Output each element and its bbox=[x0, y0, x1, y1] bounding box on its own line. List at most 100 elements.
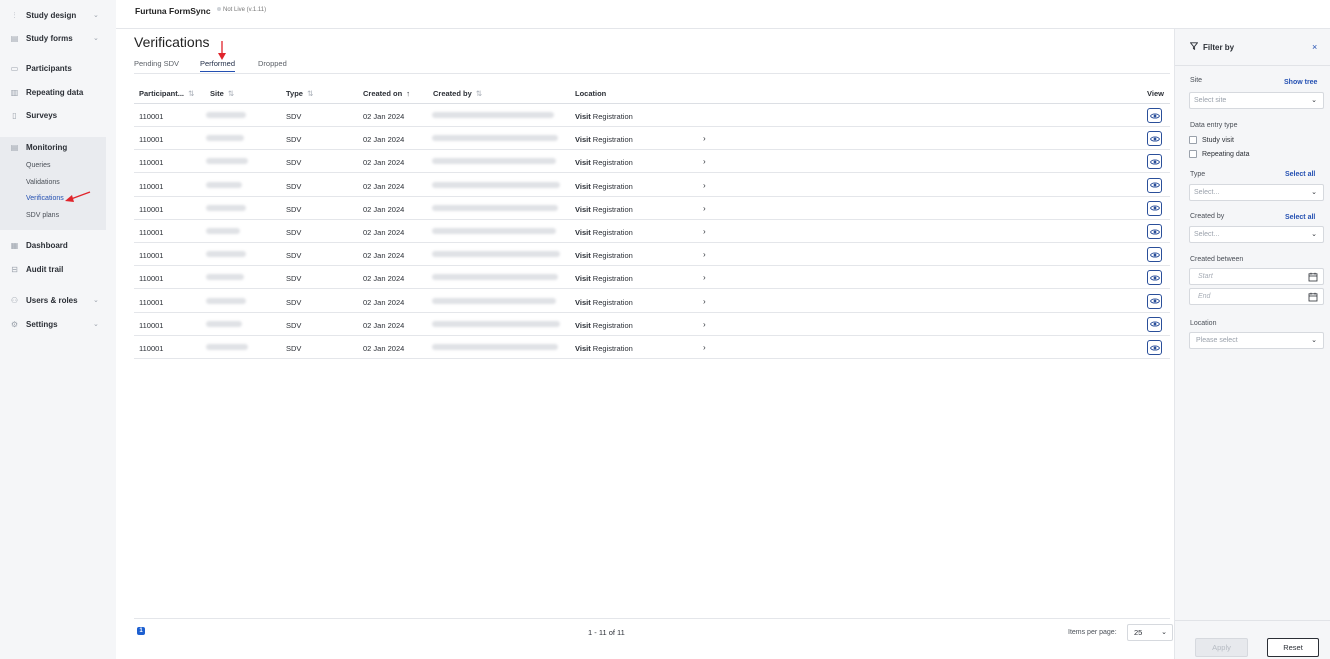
calendar-icon[interactable] bbox=[1308, 292, 1318, 302]
sort-icon: ⇅ bbox=[306, 89, 314, 98]
table-row[interactable]: 110001 SDV 02 Jan 2024 Visit Registration › bbox=[134, 266, 1170, 290]
chevron-right-icon[interactable]: › bbox=[703, 181, 706, 190]
created-by-redacted bbox=[432, 320, 560, 327]
type-select-all-link[interactable]: Select all bbox=[1285, 171, 1315, 178]
filter-panel: Filter by × Site Show tree Select site ⌄… bbox=[1174, 29, 1330, 659]
items-per-page-select[interactable]: 25 ⌄ bbox=[1127, 624, 1173, 641]
column-header-created-on[interactable]: Created on ↑ bbox=[363, 89, 410, 98]
type-select[interactable]: Select... ⌄ bbox=[1189, 184, 1324, 201]
view-button[interactable] bbox=[1147, 316, 1162, 332]
view-button[interactable] bbox=[1147, 200, 1162, 216]
site-select[interactable]: Select site ⌄ bbox=[1189, 92, 1324, 109]
sidebar-subitem-sdv-plans[interactable]: SDV plans bbox=[26, 212, 59, 219]
close-icon[interactable]: × bbox=[1312, 42, 1317, 52]
view-button[interactable] bbox=[1147, 177, 1162, 193]
sidebar-item-label: Study forms bbox=[26, 33, 73, 43]
sidebar-item-participants[interactable]: ▭ Participants bbox=[0, 58, 116, 78]
chevron-right-icon[interactable]: › bbox=[703, 204, 706, 213]
study-visit-checkbox[interactable] bbox=[1189, 136, 1197, 144]
reset-button[interactable]: Reset bbox=[1267, 638, 1319, 657]
sidebar-subitem-validations[interactable]: Validations bbox=[26, 179, 60, 186]
column-header-site[interactable]: Site ⇅ bbox=[210, 89, 234, 98]
view-button[interactable] bbox=[1147, 131, 1162, 147]
study-visit-checkbox-row[interactable]: Study visit bbox=[1189, 135, 1234, 145]
sidebar-item-dashboard[interactable]: ▦ Dashboard bbox=[0, 235, 116, 255]
location-cell: Visit Registration bbox=[575, 112, 633, 121]
view-button[interactable] bbox=[1147, 108, 1162, 123]
chevron-right-icon[interactable]: › bbox=[703, 297, 706, 306]
page-badge[interactable]: 1 bbox=[137, 627, 145, 635]
location-cell: Visit Registration bbox=[575, 297, 633, 307]
calendar-icon[interactable] bbox=[1308, 272, 1318, 282]
type-cell: SDV bbox=[286, 228, 302, 237]
site-redacted bbox=[206, 320, 242, 327]
sidebar-item-label: Monitoring bbox=[26, 142, 68, 152]
site-label: Site bbox=[1190, 77, 1203, 84]
created-by-select-all-link[interactable]: Select all bbox=[1285, 214, 1315, 221]
chevron-right-icon[interactable]: › bbox=[703, 227, 706, 236]
chevron-right-icon[interactable]: › bbox=[703, 320, 706, 329]
sidebar-subitem-verifications[interactable]: Verifications bbox=[26, 195, 64, 202]
table-row[interactable]: 110001 SDV 02 Jan 2024 Visit Registration › bbox=[134, 220, 1170, 243]
column-header-type[interactable]: Type ⇅ bbox=[286, 89, 313, 98]
type-cell: SDV bbox=[286, 320, 302, 330]
view-button[interactable] bbox=[1147, 247, 1162, 263]
site-redacted bbox=[206, 158, 248, 165]
sidebar-item-monitoring[interactable]: ▤ Monitoring bbox=[0, 137, 106, 157]
start-date-input[interactable]: Start bbox=[1189, 268, 1324, 285]
view-button[interactable] bbox=[1147, 340, 1162, 355]
table-row[interactable]: 110001 SDV 02 Jan 2024 Visit Registration › bbox=[134, 174, 1170, 197]
chevron-right-icon[interactable]: › bbox=[703, 134, 706, 143]
tab-pending-sdv[interactable]: Pending SDV bbox=[134, 59, 179, 71]
column-header-created-by[interactable]: Created by ⇅ bbox=[433, 89, 482, 98]
sidebar-item-label: Users & roles bbox=[26, 295, 78, 305]
table-row[interactable]: 110001 SDV 02 Jan 2024 Visit Registration › bbox=[134, 150, 1170, 174]
table-row[interactable]: 110001 SDV 02 Jan 2024 Visit Registration › bbox=[134, 243, 1170, 267]
apply-button[interactable]: Apply bbox=[1195, 638, 1248, 657]
chevron-right-icon[interactable]: › bbox=[703, 273, 706, 282]
created-by-redacted bbox=[432, 204, 558, 211]
tab-dropped[interactable]: Dropped bbox=[258, 59, 287, 71]
location-select[interactable]: Please select ⌄ bbox=[1189, 332, 1324, 349]
view-button[interactable] bbox=[1147, 293, 1162, 309]
chevron-right-icon[interactable]: › bbox=[703, 157, 706, 166]
table-row[interactable]: 110001 SDV 02 Jan 2024 Visit Registration › bbox=[134, 290, 1170, 313]
sidebar-item-audit-trail[interactable]: ⊟ Audit trail bbox=[0, 259, 116, 279]
tab-performed[interactable]: Performed bbox=[200, 59, 236, 72]
sidebar-item-study-forms[interactable]: ▤ Study forms ⌄ bbox=[0, 28, 116, 48]
sort-icon: ⇅ bbox=[227, 89, 235, 98]
table-header: Participant... ⇅ Site ⇅ Type ⇅ Created on ↑ … bbox=[134, 82, 1170, 104]
site-redacted bbox=[206, 181, 242, 188]
sidebar-subitem-queries[interactable]: Queries bbox=[26, 162, 51, 169]
table-row[interactable]: 110001 SDV 02 Jan 2024 Visit Registration › bbox=[134, 336, 1170, 359]
repeating-data-checkbox-row[interactable]: Repeating data bbox=[1189, 149, 1249, 159]
table-row[interactable]: 110001 SDV 02 Jan 2024 Visit Registration › bbox=[134, 197, 1170, 220]
chevron-down-icon: ⌄ bbox=[1161, 629, 1167, 636]
location-cell: Visit Registration bbox=[575, 228, 633, 237]
participant-cell: 110001 bbox=[139, 112, 164, 121]
table-row[interactable]: 110001 SDV 02 Jan 2024 Visit Registration bbox=[134, 104, 1170, 127]
repeating-data-label: Repeating data bbox=[1202, 150, 1250, 158]
sidebar-item-repeating-data[interactable]: ▥ Repeating data bbox=[0, 82, 116, 102]
end-placeholder: End bbox=[1198, 293, 1211, 300]
footer-divider bbox=[134, 618, 1170, 619]
table-row[interactable]: 110001 SDV 02 Jan 2024 Visit Registration › bbox=[134, 127, 1170, 151]
chevron-right-icon[interactable]: › bbox=[703, 250, 706, 259]
type-label: Type bbox=[1190, 171, 1206, 178]
repeating-data-checkbox[interactable] bbox=[1189, 150, 1197, 158]
sidebar-item-users-roles[interactable]: ⚇ Users & roles ⌄ bbox=[0, 290, 116, 310]
sidebar-item-study-design[interactable]: ⫶ Study design ⌄ bbox=[0, 5, 116, 25]
show-tree-link[interactable]: Show tree bbox=[1284, 79, 1317, 86]
table-row[interactable]: 110001 SDV 02 Jan 2024 Visit Registration › bbox=[134, 313, 1170, 336]
created-by-select[interactable]: Select... ⌄ bbox=[1189, 226, 1324, 243]
view-button[interactable] bbox=[1147, 154, 1162, 170]
end-date-input[interactable]: End bbox=[1189, 288, 1324, 305]
chevron-down-icon: ⌄ bbox=[93, 321, 99, 328]
view-button[interactable] bbox=[1147, 224, 1162, 239]
location-cell: Visit Registration bbox=[575, 181, 633, 191]
column-header-participant[interactable]: Participant... ⇅ bbox=[139, 89, 194, 98]
sidebar-item-settings[interactable]: ⚙ Settings ⌄ bbox=[0, 314, 116, 334]
view-button[interactable] bbox=[1147, 270, 1162, 286]
chevron-right-icon[interactable]: › bbox=[703, 343, 706, 352]
sidebar-item-surveys[interactable]: ▯ Surveys bbox=[0, 105, 116, 125]
